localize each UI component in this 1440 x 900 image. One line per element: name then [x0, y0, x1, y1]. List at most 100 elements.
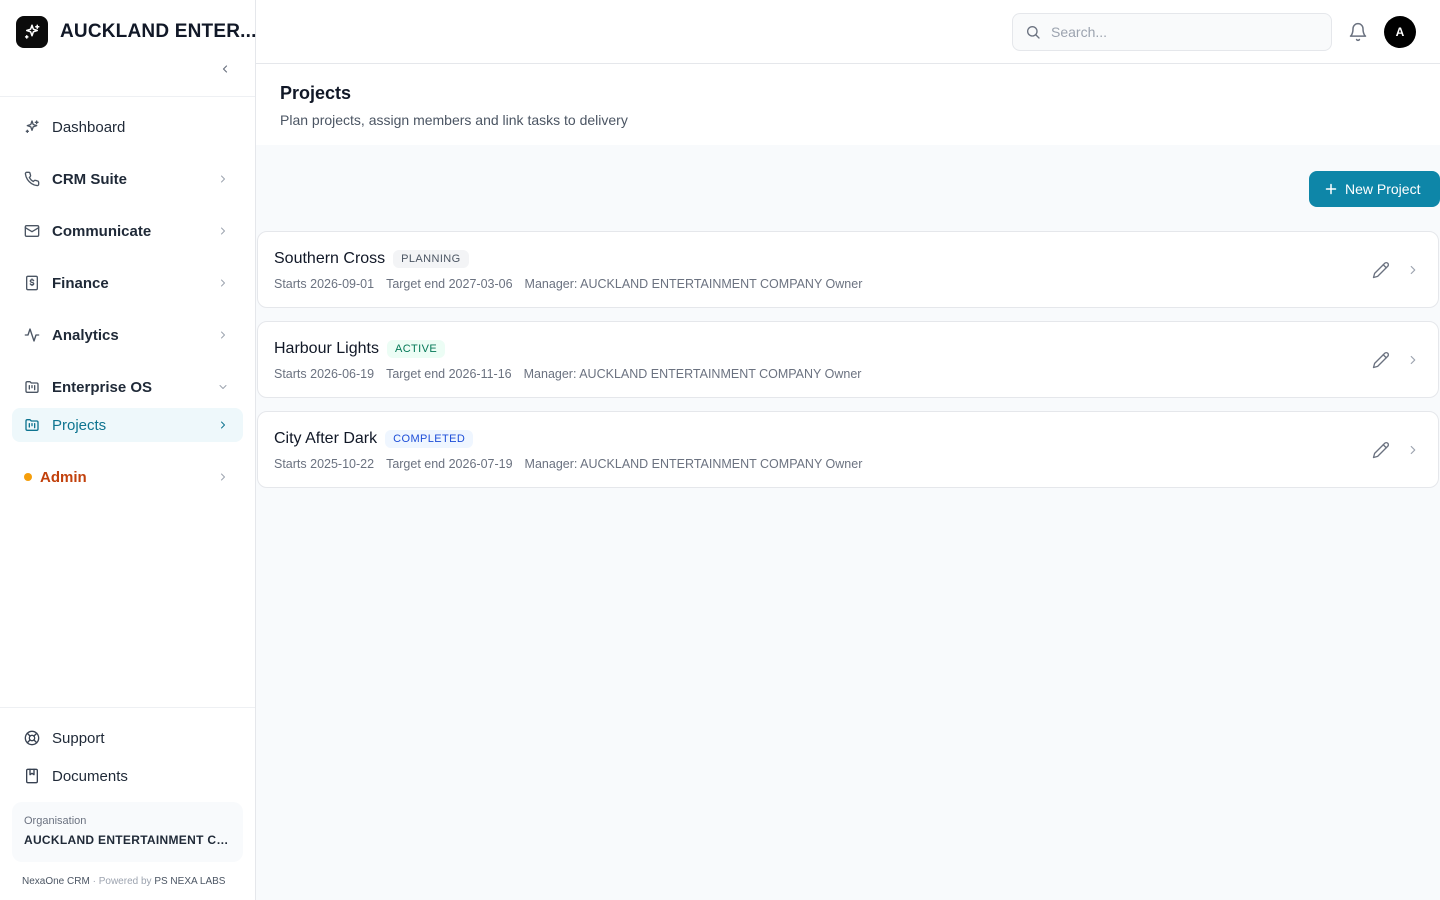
- brand-name: AUCKLAND ENTER...: [60, 21, 257, 42]
- chevron-right-icon: [1410, 265, 1416, 275]
- book-icon: [24, 768, 40, 784]
- phone-icon: [24, 171, 40, 187]
- project-card[interactable]: Southern Cross PLANNING Starts 2026-09-0…: [257, 231, 1439, 308]
- project-name: Southern Cross: [274, 250, 386, 267]
- product-name: NexaOne CRM: [22, 876, 90, 887]
- open-project-button[interactable]: [1406, 443, 1420, 457]
- sidebar-item-label: Analytics: [52, 326, 119, 344]
- project-start: Starts 2025-10-22: [274, 457, 375, 471]
- brand[interactable]: AUCKLAND ENTER...: [16, 16, 257, 48]
- chevron-down-icon: [217, 381, 229, 393]
- bell-icon: [1349, 22, 1367, 42]
- project-meta: Starts 2025-10-22 Target end 2026-07-19 …: [274, 457, 874, 471]
- chevron-right-icon: [217, 471, 229, 483]
- project-manager: Manager: AUCKLAND ENTERTAINMENT COMPANY …: [524, 457, 863, 471]
- status-badge: ACTIVE: [386, 340, 446, 358]
- pencil-icon: [1372, 352, 1389, 369]
- sidebar-item-communicate[interactable]: Communicate: [12, 214, 243, 248]
- topbar: A: [256, 0, 1440, 64]
- search-box[interactable]: [1012, 13, 1332, 51]
- new-project-button[interactable]: New Project: [1309, 171, 1440, 207]
- brand-logo-icon: [16, 16, 48, 48]
- organisation-label: Organisation: [24, 815, 87, 827]
- notifications-button[interactable]: [1348, 22, 1368, 42]
- project-name-row: City After Dark COMPLETED: [274, 430, 474, 448]
- company-name: PS NEXA LABS: [154, 876, 226, 887]
- edit-project-button[interactable]: [1372, 441, 1390, 459]
- sidebar-item-label: Admin: [40, 468, 87, 486]
- mail-icon: [24, 223, 40, 239]
- new-project-label: New Project: [1345, 181, 1421, 197]
- sidebar-item-label: Projects: [52, 416, 107, 434]
- chevron-right-icon: [1410, 355, 1416, 365]
- collapse-sidebar-button[interactable]: [214, 58, 236, 80]
- powered-prefix: Powered by: [98, 876, 152, 887]
- project-start: Starts 2026-09-01: [274, 277, 375, 291]
- project-meta: Starts 2026-09-01 Target end 2027-03-06 …: [274, 277, 874, 291]
- open-project-button[interactable]: [1406, 353, 1420, 367]
- sidebar-item-support[interactable]: Support: [12, 721, 243, 755]
- chevron-left-icon: [222, 65, 228, 73]
- chevron-right-icon: [217, 419, 229, 431]
- sidebar-item-crm-suite[interactable]: CRM Suite: [12, 162, 243, 196]
- project-manager: Manager: AUCKLAND ENTERTAINMENT COMPANY …: [524, 277, 863, 291]
- organisation-card[interactable]: Organisation AUCKLAND ENTERTAINMENT CO..…: [12, 802, 243, 862]
- sidebar: AUCKLAND ENTER... Dashboard CRM Suite Co…: [0, 0, 256, 900]
- chevron-right-icon: [1410, 445, 1416, 455]
- sidebar-item-analytics[interactable]: Analytics: [12, 318, 243, 352]
- page-title: Projects: [280, 83, 352, 103]
- activity-icon: [24, 327, 40, 343]
- receipt-icon: [24, 275, 40, 291]
- status-dot: [24, 473, 32, 481]
- sidebar-divider: [0, 96, 255, 97]
- avatar[interactable]: A: [1384, 16, 1416, 48]
- sidebar-item-label: Documents: [52, 767, 128, 785]
- sidebar-item-projects[interactable]: Projects: [12, 408, 243, 442]
- sidebar-item-label: Support: [52, 729, 105, 747]
- page-subtitle: Plan projects, assign members and link t…: [280, 112, 628, 128]
- project-target-end: Target end 2027-03-06: [386, 277, 513, 291]
- search-input[interactable]: [1051, 24, 1321, 40]
- chevron-right-icon: [217, 277, 229, 289]
- sidebar-item-label: Enterprise OS: [52, 378, 153, 396]
- project-target-end: Target end 2026-07-19: [386, 457, 513, 471]
- organisation-name: AUCKLAND ENTERTAINMENT CO...: [24, 833, 231, 847]
- sidebar-item-documents[interactable]: Documents: [12, 759, 243, 793]
- open-project-button[interactable]: [1406, 263, 1420, 277]
- sparkles-icon: [24, 119, 40, 135]
- project-name: Harbour Lights: [274, 340, 379, 357]
- status-badge: PLANNING: [393, 250, 469, 268]
- project-target-end: Target end 2026-11-16: [386, 367, 512, 381]
- sidebar-item-dashboard[interactable]: Dashboard: [12, 110, 243, 144]
- page-header: Projects Plan projects, assign members a…: [256, 64, 1440, 145]
- search-icon: [1027, 26, 1040, 39]
- chevron-right-icon: [217, 225, 229, 237]
- project-name-row: Southern Cross PLANNING: [274, 250, 469, 268]
- sidebar-divider: [0, 707, 255, 708]
- edit-project-button[interactable]: [1372, 351, 1390, 369]
- sidebar-item-label: Dashboard: [52, 118, 126, 136]
- pencil-icon: [1372, 262, 1389, 279]
- project-card[interactable]: City After Dark COMPLETED Starts 2025-10…: [257, 411, 1439, 488]
- powered-by: NexaOne CRM · Powered by PS NEXA LABS: [22, 876, 225, 887]
- chevron-right-icon: [217, 329, 229, 341]
- folder-kanban-icon: [24, 417, 40, 433]
- status-badge: COMPLETED: [385, 430, 474, 448]
- sidebar-item-label: CRM Suite: [52, 170, 127, 188]
- sidebar-item-label: Communicate: [52, 222, 152, 240]
- project-manager: Manager: AUCKLAND ENTERTAINMENT COMPANY …: [523, 367, 862, 381]
- chevron-right-icon: [217, 173, 229, 185]
- life-buoy-icon: [24, 730, 40, 746]
- sidebar-item-enterprise-os[interactable]: Enterprise OS: [12, 370, 243, 404]
- pencil-icon: [1372, 442, 1389, 459]
- separator: ·: [92, 876, 96, 887]
- kanban-icon: [24, 379, 40, 395]
- sidebar-item-admin[interactable]: Admin: [12, 460, 243, 494]
- project-name: City After Dark: [274, 430, 378, 447]
- project-card[interactable]: Harbour Lights ACTIVE Starts 2026-06-19 …: [257, 321, 1439, 398]
- edit-project-button[interactable]: [1372, 261, 1390, 279]
- sidebar-item-finance[interactable]: Finance: [12, 266, 243, 300]
- project-start: Starts 2026-06-19: [274, 367, 375, 381]
- plus-icon: [1325, 183, 1337, 195]
- project-meta: Starts 2026-06-19 Target end 2026-11-16 …: [274, 367, 873, 381]
